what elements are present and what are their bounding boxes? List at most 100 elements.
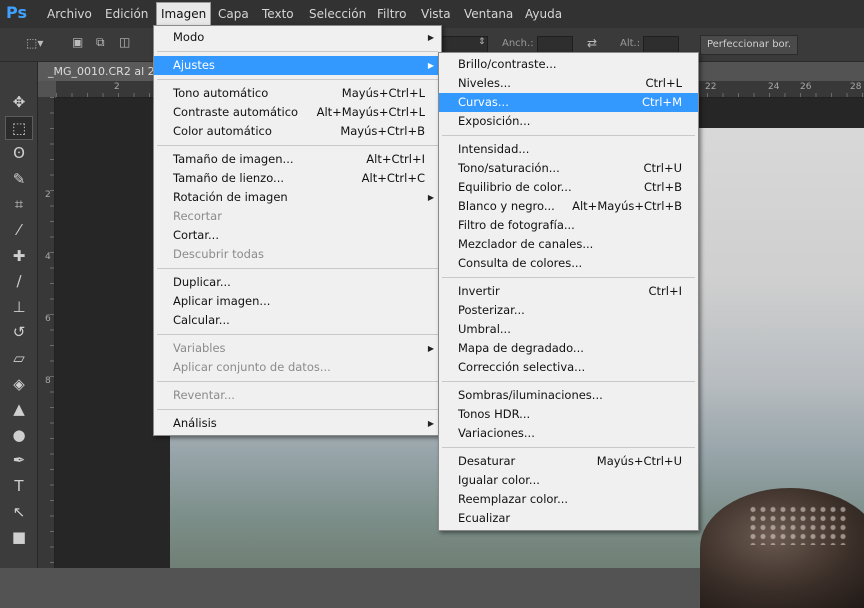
- ajustes-item-sombras-iluminaciones[interactable]: Sombras/iluminaciones...: [439, 386, 698, 405]
- menu-separator: [157, 79, 438, 80]
- new-selection-icon[interactable]: ▣: [72, 35, 83, 49]
- menu-vista[interactable]: Vista: [421, 6, 451, 22]
- imagen-menu-item-analisis[interactable]: Análisis ▶: [154, 414, 441, 433]
- ajustes-item-igualar-color[interactable]: Igualar color...: [439, 471, 698, 490]
- menu-item-label: Umbral...: [458, 322, 511, 336]
- subtract-selection-icon[interactable]: ◫: [119, 35, 130, 49]
- ajustes-item-consulta-de-colores[interactable]: Consulta de colores...: [439, 254, 698, 273]
- add-selection-icon[interactable]: ⧉: [96, 35, 105, 50]
- ajustes-item-variaciones[interactable]: Variaciones...: [439, 424, 698, 443]
- photoshop-logo: Ps: [6, 3, 27, 22]
- ruler-number: 6: [45, 314, 51, 324]
- imagen-menu-item-contraste-automatico[interactable]: Contraste automático Alt+Mayús+Ctrl+L: [154, 103, 441, 122]
- menu-item-label: Intensidad...: [458, 142, 530, 156]
- ajustes-item-equilibrio-de-color[interactable]: Equilibrio de color... Ctrl+B: [439, 178, 698, 197]
- menu-imagen[interactable]: Imagen: [155, 2, 212, 26]
- menu-item-shortcut: Ctrl+I: [648, 284, 683, 298]
- ajustes-item-tonos-hdr[interactable]: Tonos HDR...: [439, 405, 698, 424]
- paint-bucket-tool-icon[interactable]: ◈: [6, 373, 32, 395]
- swap-icon[interactable]: ⇄: [587, 36, 597, 50]
- ajustes-item-ecualizar[interactable]: Ecualizar: [439, 509, 698, 528]
- eyedropper-tool-icon[interactable]: ⁄: [6, 219, 32, 241]
- imagen-menu-item-cortar[interactable]: Cortar...: [154, 226, 441, 245]
- imagen-menu-item-rotacion-de-imagen[interactable]: Rotación de imagen ▶: [154, 188, 441, 207]
- menu-separator: [442, 381, 695, 382]
- ajustes-item-reemplazar-color[interactable]: Reemplazar color...: [439, 490, 698, 509]
- crop-tool-icon[interactable]: ⌗: [6, 193, 32, 215]
- menu-item-label: Equilibrio de color...: [458, 180, 572, 194]
- brush-tool-icon[interactable]: ∕: [6, 270, 32, 292]
- ruler-number: 26: [800, 82, 812, 92]
- pen-tool-icon[interactable]: ✒: [6, 449, 32, 471]
- ajustes-item-curvas[interactable]: Curvas... Ctrl+M: [439, 93, 698, 112]
- menu-item-label: Recortar: [173, 209, 222, 223]
- menu-item-label: Ajustes: [173, 58, 215, 72]
- ajustes-item-exposicion[interactable]: Exposición...: [439, 112, 698, 131]
- path-selection-tool-icon[interactable]: ↖: [6, 501, 32, 523]
- menu-edicion[interactable]: Edición: [105, 6, 148, 22]
- marquee-tool-icon[interactable]: ⬚: [5, 115, 33, 140]
- imagen-menu-item-color-automatico[interactable]: Color automático Mayús+Ctrl+B: [154, 122, 441, 141]
- menu-texto[interactable]: Texto: [262, 6, 294, 22]
- clone-stamp-tool-icon[interactable]: ⊥: [6, 296, 32, 318]
- menu-ventana[interactable]: Ventana: [464, 6, 513, 22]
- eraser-tool-icon[interactable]: ▱: [6, 347, 32, 369]
- menu-archivo[interactable]: Archivo: [47, 6, 92, 22]
- imagen-menu-item-tamano-de-imagen[interactable]: Tamaño de imagen... Alt+Ctrl+I: [154, 150, 441, 169]
- imagen-menu-item-ajustes[interactable]: Ajustes ▶: [154, 56, 441, 75]
- history-brush-tool-icon[interactable]: ↺: [6, 321, 32, 343]
- imagen-menu-item-calcular[interactable]: Calcular...: [154, 311, 441, 330]
- lasso-tool-icon[interactable]: ʘ: [6, 142, 32, 164]
- menu-separator: [442, 135, 695, 136]
- height-label: Alt.:: [620, 38, 641, 49]
- dodge-tool-icon[interactable]: ●: [6, 424, 32, 446]
- menu-item-shortcut: Alt+Ctrl+C: [361, 171, 425, 185]
- imagen-menu-item-duplicar[interactable]: Duplicar...: [154, 273, 441, 292]
- rectangle-tool-icon[interactable]: ■: [6, 526, 32, 548]
- menu-seleccion[interactable]: Selección: [309, 6, 366, 22]
- menu-item-label: Aplicar conjunto de datos...: [173, 360, 331, 374]
- ajustes-item-mapa-de-degradado[interactable]: Mapa de degradado...: [439, 339, 698, 358]
- ajustes-item-filtro-de-fotografia[interactable]: Filtro de fotografía...: [439, 216, 698, 235]
- ajustes-item-intensidad[interactable]: Intensidad...: [439, 140, 698, 159]
- imagen-menu-item-aplicar-conjunto-de-datos: Aplicar conjunto de datos...: [154, 358, 441, 377]
- menu-item-shortcut: Ctrl+B: [644, 180, 682, 194]
- menu-ayuda[interactable]: Ayuda: [525, 6, 562, 22]
- imagen-menu-item-tamano-de-lienzo[interactable]: Tamaño de lienzo... Alt+Ctrl+C: [154, 169, 441, 188]
- refine-edge-button[interactable]: Perfeccionar bor.: [700, 35, 798, 55]
- menu-item-label: Consulta de colores...: [458, 256, 583, 270]
- ajustes-item-correccion-selectiva[interactable]: Corrección selectiva...: [439, 358, 698, 377]
- imagen-menu-item-tono-automatico[interactable]: Tono automático Mayús+Ctrl+L: [154, 84, 441, 103]
- chevron-updown-icon: ⇕: [478, 37, 486, 47]
- ajustes-item-invertir[interactable]: Invertir Ctrl+I: [439, 282, 698, 301]
- menu-item-label: Contraste automático: [173, 105, 299, 119]
- ajustes-item-tono-saturacion[interactable]: Tono/saturación... Ctrl+U: [439, 159, 698, 178]
- menu-separator: [157, 381, 438, 382]
- ajustes-item-posterizar[interactable]: Posterizar...: [439, 301, 698, 320]
- menu-separator: [157, 409, 438, 410]
- move-tool-icon[interactable]: ✥: [6, 91, 32, 113]
- bird-feather-texture: [748, 505, 848, 545]
- menu-filtro[interactable]: Filtro: [377, 6, 406, 22]
- menu-item-label: Descubrir todas: [173, 247, 265, 261]
- document-tab[interactable]: _MG_0010.CR2 al 25: [38, 62, 168, 81]
- blur-tool-icon[interactable]: ▲: [6, 398, 32, 420]
- marquee-preset-icon[interactable]: ⬚▾: [26, 36, 43, 50]
- imagen-menu-item-aplicar-imagen[interactable]: Aplicar imagen...: [154, 292, 441, 311]
- menu-separator: [157, 268, 438, 269]
- imagen-menu-item-modo[interactable]: Modo ▶: [154, 28, 441, 47]
- healing-brush-tool-icon[interactable]: ✚: [6, 245, 32, 267]
- quick-selection-tool-icon[interactable]: ✎: [6, 168, 32, 190]
- menu-item-label: Análisis: [173, 416, 217, 430]
- ajustes-item-desaturar[interactable]: Desaturar Mayús+Ctrl+U: [439, 452, 698, 471]
- ajustes-item-mezclador-de-canales[interactable]: Mezclador de canales...: [439, 235, 698, 254]
- menu-item-label: Reemplazar color...: [458, 492, 569, 506]
- ruler-number: 2: [114, 82, 120, 92]
- ajustes-item-brillo-contraste[interactable]: Brillo/contraste...: [439, 55, 698, 74]
- menu-capa[interactable]: Capa: [218, 6, 249, 22]
- width-label: Anch.:: [502, 38, 534, 49]
- ajustes-item-niveles[interactable]: Niveles... Ctrl+L: [439, 74, 698, 93]
- ajustes-item-blanco-y-negro[interactable]: Blanco y negro... Alt+Mayús+Ctrl+B: [439, 197, 698, 216]
- ajustes-item-umbral[interactable]: Umbral...: [439, 320, 698, 339]
- type-tool-icon[interactable]: T: [6, 475, 32, 497]
